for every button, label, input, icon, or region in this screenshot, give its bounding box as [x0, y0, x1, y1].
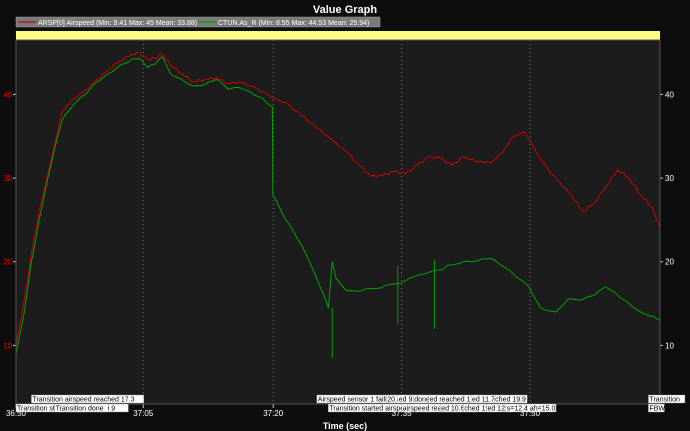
value-graph-chart[interactable]: Value Graph ARSP[0] Airspeed (Min: 9.41 … — [0, 0, 690, 431]
x-tick-label: 37:20 — [263, 409, 284, 418]
annotation-label: Transition — [649, 397, 680, 404]
y-tick-label-left: 40 — [3, 90, 12, 99]
annotation-label: Transition airspeed reached 17.3 — [32, 397, 134, 404]
annotation-label: ed 11.7 — [472, 397, 495, 404]
y-tick-label-left: 30 — [3, 174, 12, 183]
graph-window: Value Graph ARSP[0] Airspeed (Min: 9.41 … — [0, 0, 690, 431]
x-tick-label: 37:05 — [133, 409, 154, 418]
flight-mode-bar — [16, 31, 660, 40]
plot-area[interactable] — [16, 40, 660, 404]
annotation-label: Transition done — [56, 406, 104, 413]
annotation-label: done — [414, 397, 430, 404]
annotation-label: ched 19.9 — [495, 397, 526, 404]
legend-label-0: ARSP[0] Airspeed (Min: 9.41 Max: 45 Mean… — [38, 20, 197, 27]
y-tick-label-left: 20 — [3, 258, 12, 267]
legend[interactable]: ARSP[0] Airspeed (Min: 9.41 Max: 45 Mean… — [15, 16, 381, 28]
y-tick-label-left: 10 — [3, 341, 12, 350]
annotation-label: FBWA — [649, 406, 669, 413]
annotation-label: s=12.4 ah=15.0 — [507, 406, 556, 413]
annotation-label: ed 10.6 — [441, 406, 464, 413]
chart-title: Value Graph — [313, 4, 377, 16]
y-tick-label-right: 40 — [665, 90, 674, 99]
x-axis-title: Time (sec) — [323, 421, 367, 431]
y-tick-label-right: 30 — [665, 174, 674, 183]
y-tick-label-right: 20 — [665, 258, 674, 267]
y-tick-label-right: 10 — [665, 341, 674, 350]
legend-label-1: CTUN.As_R (Min: 8.55 Max: 44.53 Mean: 25… — [218, 20, 369, 27]
